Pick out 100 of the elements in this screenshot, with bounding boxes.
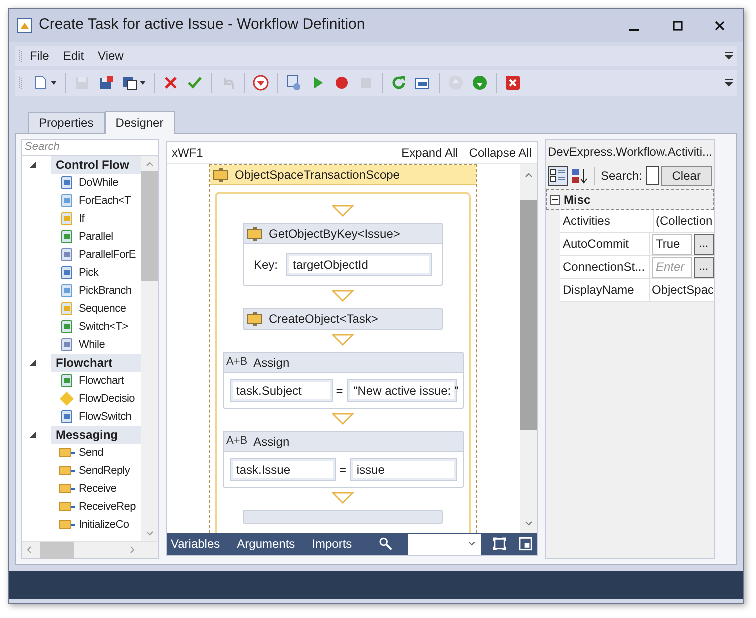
property-search-field[interactable] xyxy=(646,166,660,185)
overflow-icon xyxy=(725,79,733,87)
fit-screen-icon[interactable] xyxy=(492,537,506,551)
caret-icon xyxy=(51,81,57,85)
property-value[interactable]: ObjectSpac xyxy=(652,281,714,299)
arrow-circle-icon xyxy=(253,75,269,91)
collapse-all-link[interactable]: Collapse All xyxy=(469,144,532,162)
toolbox-item[interactable]: SendReply xyxy=(79,462,130,480)
menu-item[interactable]: View xyxy=(91,47,131,65)
toolbox-item[interactable]: Switch<T> xyxy=(79,318,128,336)
activity-icon xyxy=(59,409,75,425)
activity-icon xyxy=(59,211,75,227)
vertical-scrollbar[interactable] xyxy=(141,156,158,541)
record-icon xyxy=(334,75,350,91)
minimize-icon xyxy=(629,28,639,30)
property-value[interactable]: (Collection xyxy=(656,212,713,230)
activity-title: Assign xyxy=(254,354,290,372)
toolbox-item[interactable]: While xyxy=(79,336,106,354)
activity-title: Assign xyxy=(254,434,290,450)
toolbox-item[interactable]: FlowSwitch xyxy=(79,408,132,426)
expand-all-link[interactable]: Expand All xyxy=(402,144,458,162)
toolbox-item[interactable]: Pick xyxy=(79,264,99,282)
toolbox-item[interactable]: PickBranch xyxy=(79,282,132,300)
ellipsis-button[interactable]: ... xyxy=(694,256,714,278)
close-icon xyxy=(505,75,521,91)
menu-item[interactable]: Edit xyxy=(56,47,92,65)
category-header[interactable]: Control Flow xyxy=(51,156,141,174)
toolbox-item[interactable]: Sequence xyxy=(79,300,126,318)
envelope-icon xyxy=(58,518,76,532)
equals-sign: = xyxy=(339,462,347,478)
ellipsis-button[interactable]: ... xyxy=(694,234,714,254)
save-icon xyxy=(98,75,114,91)
menu-item[interactable]: File xyxy=(23,47,56,65)
scroll-down-icon xyxy=(146,531,154,537)
categorized-button[interactable] xyxy=(548,166,568,186)
activity-card[interactable]: A+B Assign task.Subject = "New active issue: " xyxy=(222,352,464,409)
activity-icon xyxy=(59,337,75,353)
value-field[interactable]: issue xyxy=(350,458,456,481)
app-icon xyxy=(17,18,33,34)
scroll-thumb[interactable] xyxy=(141,171,158,281)
toolbox-item[interactable]: Parallel xyxy=(79,228,114,246)
toolbox-item[interactable]: Send xyxy=(79,444,104,462)
toolbox-item[interactable]: ReceiveRep xyxy=(79,498,136,516)
category-header[interactable]: Messaging xyxy=(51,426,141,444)
footer-tab[interactable]: Variables xyxy=(171,535,220,553)
maximize-icon xyxy=(673,20,683,30)
toolbox-item[interactable]: FlowDecisio xyxy=(79,390,135,408)
clear-button[interactable]: Clear xyxy=(661,166,712,186)
vertical-scrollbar[interactable] xyxy=(520,164,537,533)
scroll-thumb[interactable] xyxy=(520,200,537,430)
category-header[interactable]: Flowchart xyxy=(51,354,141,372)
delete-icon xyxy=(163,75,179,91)
value-field[interactable]: "New active issue: " xyxy=(346,379,456,402)
zoom-dropdown[interactable] xyxy=(408,534,481,554)
toolbox-item[interactable]: ForEach<T xyxy=(79,192,132,210)
toolbox-item[interactable]: ParallelForE xyxy=(79,246,136,264)
toolbox-item[interactable]: Receive xyxy=(79,480,117,498)
activity-card[interactable]: CreateObject<Task> xyxy=(243,308,443,330)
activity-title: CreateObject<Task> xyxy=(269,311,378,328)
grip-icon xyxy=(19,49,23,63)
tab[interactable]: Designer xyxy=(104,111,175,134)
footer-tab[interactable]: Arguments xyxy=(237,535,296,553)
sort-icon xyxy=(571,168,590,184)
target-field[interactable]: task.Issue xyxy=(230,458,336,481)
categorized-icon xyxy=(550,168,566,182)
drop-arrow-icon xyxy=(332,334,354,346)
horizontal-scrollbar[interactable] xyxy=(22,541,158,558)
footer-tab[interactable]: Imports xyxy=(312,535,352,553)
toolbox-item[interactable]: InitializeCo xyxy=(79,516,130,534)
assign-icon: A+B xyxy=(226,433,248,450)
activity-icon xyxy=(59,373,75,389)
breadcrumb[interactable]: xWF1 xyxy=(172,144,204,162)
caret-icon xyxy=(140,81,146,85)
tab[interactable]: Properties xyxy=(28,112,105,133)
scope-icon xyxy=(213,166,229,182)
property-value-field[interactable]: True xyxy=(652,234,692,254)
equals-sign: = xyxy=(336,382,344,400)
key-field[interactable]: targetObjectId xyxy=(286,253,432,276)
document-icon xyxy=(33,75,49,91)
drop-arrow-icon xyxy=(332,492,354,504)
drop-arrow-icon xyxy=(332,290,354,302)
activity-icon xyxy=(59,247,75,263)
check-icon xyxy=(187,75,203,91)
activity-card[interactable]: GetObjectByKey<Issue> Key: targetObjectId xyxy=(243,223,443,286)
scroll-up-icon xyxy=(146,161,154,167)
property-name: AutoCommit xyxy=(560,233,650,255)
scroll-thumb[interactable] xyxy=(40,542,74,558)
collapse-icon[interactable] xyxy=(550,194,560,204)
activity-card[interactable]: A+B Assign task.Issue = issue xyxy=(222,431,464,488)
target-field[interactable]: task.Subject xyxy=(230,379,334,402)
scroll-right-icon xyxy=(130,546,136,554)
toolbox-item[interactable]: If xyxy=(79,210,85,228)
save-icon xyxy=(122,75,138,91)
toolbox-item[interactable]: DoWhile xyxy=(79,174,118,192)
diagram-icon xyxy=(286,75,302,91)
assign-icon: A+B xyxy=(226,354,248,371)
activity-icon xyxy=(59,283,75,299)
toolbox-item[interactable]: Flowchart xyxy=(79,372,124,390)
overview-icon[interactable] xyxy=(519,537,533,551)
grip-icon xyxy=(19,76,23,90)
